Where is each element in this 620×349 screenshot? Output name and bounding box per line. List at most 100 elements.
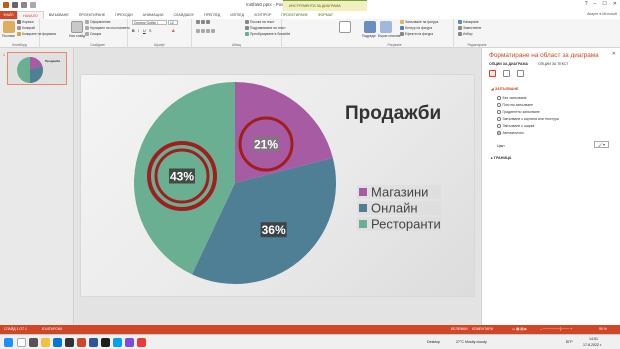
radio-icon[interactable] bbox=[497, 110, 501, 114]
new-slide-icon[interactable] bbox=[71, 21, 83, 33]
redo-icon[interactable] bbox=[30, 2, 36, 8]
slide[interactable]: 21% 36% 43% Продажби Магазини Онлайн Рестора… bbox=[81, 75, 474, 296]
tab-review[interactable]: ПРЕГЛЕД bbox=[199, 11, 225, 19]
legend-item-3[interactable]: Ресторанти bbox=[357, 217, 441, 232]
reset-button[interactable]: Нулиране на състоянието bbox=[85, 26, 130, 30]
text-direction-button[interactable]: Посока на текст bbox=[245, 20, 275, 24]
tab-chart-format[interactable]: ФОРМАТ bbox=[313, 11, 338, 19]
layout-button[interactable]: Оформление bbox=[85, 20, 110, 24]
undo-icon[interactable] bbox=[21, 2, 27, 8]
arrange-button[interactable]: Подреди bbox=[362, 34, 375, 38]
word-taskbar-icon[interactable] bbox=[89, 338, 98, 347]
new-slide-button[interactable]: Нов слайд bbox=[69, 34, 85, 38]
tab-insert[interactable]: ВМЪКВАНЕ bbox=[44, 11, 74, 19]
fill-line-icon[interactable] bbox=[489, 70, 496, 77]
zoom-slider[interactable]: – ───────┼─── + bbox=[540, 327, 572, 331]
tab-slideshow[interactable]: СЛАЙДШОУ bbox=[168, 11, 199, 19]
search-icon[interactable] bbox=[17, 338, 26, 347]
task-view-icon[interactable] bbox=[29, 338, 38, 347]
replace-button[interactable]: Замествене bbox=[458, 26, 481, 30]
bullets-icon[interactable] bbox=[196, 20, 210, 24]
border-section-header[interactable]: ▸ ГРАНИЦА bbox=[491, 156, 511, 160]
start-icon[interactable] bbox=[4, 338, 13, 347]
tab-chart-design[interactable]: ПРОЕКТИРАНЕ bbox=[276, 11, 313, 19]
tab-houpror[interactable]: ХОУПРОР bbox=[249, 11, 276, 19]
shapes-icon[interactable] bbox=[339, 21, 351, 33]
legend-item-1[interactable]: Магазини bbox=[357, 185, 441, 200]
tab-text-options[interactable]: ОПЦИИ ЗА ТЕКСТ bbox=[538, 62, 568, 66]
save-icon[interactable] bbox=[12, 2, 18, 8]
pie-chart[interactable]: 21% 36% 43% Продажби МагазиниОнлайнРестора… bbox=[81, 75, 474, 296]
close-pane-icon[interactable]: ✕ bbox=[612, 51, 616, 57]
align-icons[interactable] bbox=[196, 29, 215, 33]
format-painter-button[interactable]: Копиране на формата bbox=[17, 32, 56, 36]
tab-transitions[interactable]: ПРЕХОДИ bbox=[110, 11, 137, 19]
fill-section-header[interactable]: ◢ ЗАПЪЛВАНЕ bbox=[491, 87, 519, 91]
tab-animations[interactable]: АНИМАЦИИ bbox=[138, 11, 169, 19]
legend-item-2[interactable]: Онлайн bbox=[357, 201, 441, 216]
font-color-button[interactable]: A bbox=[172, 29, 175, 33]
radio-icon[interactable] bbox=[497, 117, 501, 121]
radio-icon[interactable] bbox=[497, 96, 501, 100]
arrange-icon[interactable] bbox=[364, 21, 376, 33]
app-taskbar-icon-2[interactable] bbox=[113, 338, 122, 347]
close-icon[interactable]: ✕ bbox=[613, 1, 617, 7]
quick-styles-icon[interactable] bbox=[380, 21, 392, 33]
copy-button[interactable]: Копирай bbox=[17, 26, 35, 30]
font-name-dropdown[interactable]: Century Gothic ( bbox=[132, 20, 167, 25]
shadow-button[interactable]: S bbox=[149, 29, 151, 33]
edge-icon[interactable] bbox=[53, 338, 62, 347]
app-taskbar-icon[interactable] bbox=[101, 338, 110, 347]
underline-button[interactable]: U bbox=[143, 29, 146, 33]
fill-option[interactable]: Запълване с картина или текстура bbox=[497, 117, 559, 121]
help-icon[interactable]: ? bbox=[585, 1, 588, 7]
clock-date[interactable]: 17.8.2022 г. bbox=[583, 343, 602, 347]
fill-option[interactable]: Градиентно запълване bbox=[497, 110, 540, 114]
size-properties-icon[interactable] bbox=[517, 70, 524, 77]
tab-view[interactable]: ИЗГЛЕД bbox=[225, 11, 249, 19]
language-bar[interactable]: БГР bbox=[566, 340, 573, 344]
smartart-button[interactable]: Преобразуване в SmartArt bbox=[245, 32, 290, 36]
fill-option[interactable]: Плътно запълване bbox=[497, 103, 533, 107]
file-explorer-icon[interactable] bbox=[41, 338, 50, 347]
italic-button[interactable]: I bbox=[138, 29, 139, 33]
radio-icon[interactable] bbox=[497, 131, 501, 135]
zoom-level[interactable]: 95 % bbox=[599, 327, 607, 331]
find-button[interactable]: Намиране bbox=[458, 20, 479, 24]
powerpoint-taskbar-icon[interactable] bbox=[77, 338, 86, 347]
paste-icon[interactable] bbox=[3, 21, 15, 33]
select-button[interactable]: Избор bbox=[458, 32, 472, 36]
shape-fill-button[interactable]: Запълване на фигура bbox=[400, 20, 438, 24]
paste-button[interactable]: Постави bbox=[2, 34, 15, 38]
font-size-dropdown[interactable]: 12 bbox=[168, 20, 178, 25]
app-taskbar-icon-3[interactable] bbox=[125, 338, 134, 347]
shape-effects-button[interactable]: Ефекти на фигура bbox=[400, 32, 433, 36]
color-picker-button[interactable]: 🖌▾ bbox=[594, 141, 609, 148]
weather-widget[interactable]: 27°C Mostly cloudy bbox=[456, 340, 487, 344]
tab-design[interactable]: ПРОЕКТИРАНЕ bbox=[74, 11, 111, 19]
tab-file[interactable]: ФАЙЛ bbox=[0, 11, 17, 19]
shape-outline-button[interactable]: Контур на фигура bbox=[400, 26, 432, 30]
minimize-icon[interactable]: – bbox=[594, 1, 597, 7]
section-button[interactable]: Секция bbox=[85, 32, 101, 36]
user-account[interactable]: Акаунт в Microsoft bbox=[587, 12, 617, 16]
radio-icon[interactable] bbox=[497, 103, 501, 107]
app-taskbar-icon-4[interactable] bbox=[137, 338, 146, 347]
fill-option[interactable]: Запълване с шарка bbox=[497, 124, 534, 128]
quick-styles-button[interactable]: Бързи стилове bbox=[378, 34, 401, 38]
fill-option[interactable]: Без запълване bbox=[497, 96, 527, 100]
bold-button[interactable]: B bbox=[132, 29, 135, 33]
language-indicator[interactable]: БЪЛГАРСКИ bbox=[42, 327, 62, 331]
align-text-button[interactable]: Подравняване на текст bbox=[245, 26, 286, 30]
slide-thumbnail[interactable]: Продажби bbox=[7, 52, 67, 85]
cut-button[interactable]: Изрежи bbox=[17, 20, 34, 24]
tab-chart-options[interactable]: ОПЦИИ ЗА ДИАГРАМА bbox=[489, 62, 528, 66]
fill-option[interactable]: Автоматично bbox=[497, 131, 524, 135]
view-buttons[interactable]: ▭ ▦ ▤ ▶ bbox=[512, 327, 527, 331]
clock-time[interactable]: 14:51 bbox=[589, 337, 598, 341]
maximize-icon[interactable]: ☐ bbox=[602, 1, 606, 7]
effects-icon[interactable] bbox=[503, 70, 510, 77]
notes-button[interactable]: БЕЛЕЖКИ bbox=[451, 327, 468, 331]
store-icon[interactable] bbox=[65, 338, 74, 347]
desktop-toolbar[interactable]: Desktop bbox=[427, 340, 440, 344]
